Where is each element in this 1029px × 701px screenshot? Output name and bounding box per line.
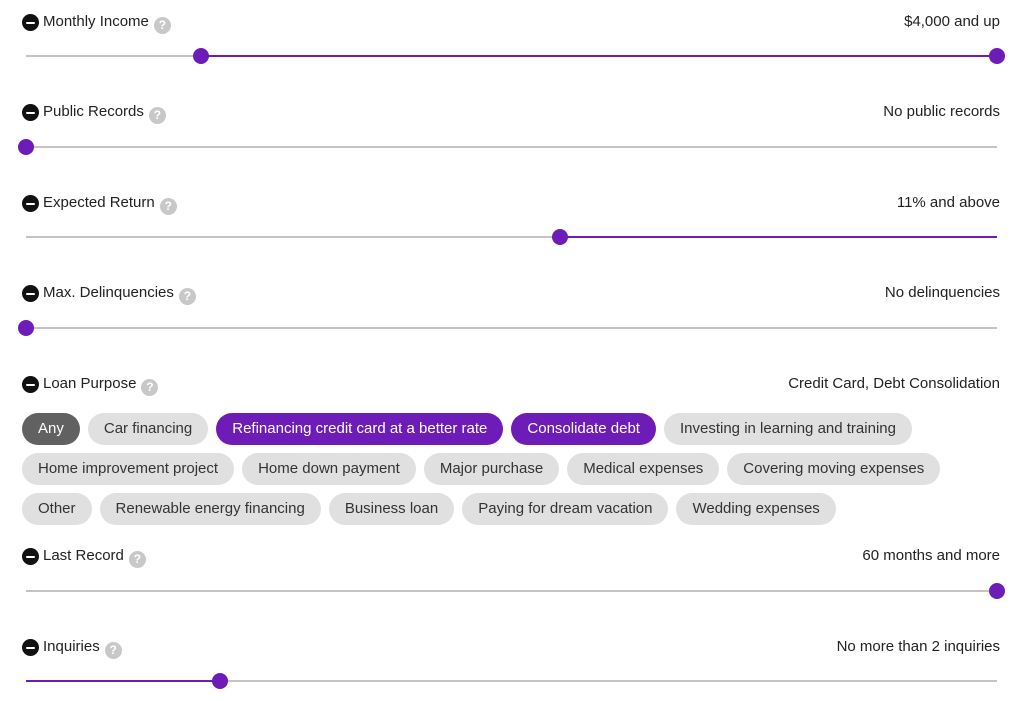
- monthly-income-slider[interactable]: [26, 47, 1005, 65]
- collapse-minus-icon[interactable]: [22, 639, 39, 656]
- last-record-slider[interactable]: [26, 582, 1005, 600]
- chip-moving-expenses[interactable]: Covering moving expenses: [727, 453, 941, 485]
- filter-value: 11% and above: [896, 194, 1000, 211]
- collapse-minus-icon[interactable]: [22, 195, 39, 212]
- filter-header: Public Records? No public records: [22, 100, 1000, 124]
- filter-label: Last Record?: [43, 546, 146, 568]
- slider-fill: [560, 236, 997, 238]
- expected-return-slider[interactable]: [26, 228, 997, 246]
- slider-thumb-max[interactable]: [212, 673, 229, 689]
- slider-thumb-min[interactable]: [192, 48, 209, 64]
- filter-header: Inquiries? No more than 2 inquiries: [22, 635, 1000, 659]
- chip-business-loan[interactable]: Business loan: [328, 493, 455, 525]
- chip-investing-learning[interactable]: Investing in learning and training: [663, 413, 912, 445]
- chip-wedding-expenses[interactable]: Wedding expenses: [676, 493, 836, 525]
- help-question-icon[interactable]: ?: [148, 107, 166, 124]
- slider-thumb[interactable]: [989, 583, 1005, 599]
- filter-label: Loan Purpose?: [43, 374, 159, 396]
- collapse-minus-icon[interactable]: [22, 104, 39, 121]
- slider-fill: [26, 680, 221, 682]
- help-question-icon[interactable]: ?: [104, 642, 122, 659]
- filter-value: Credit Card, Debt Consolidation: [788, 375, 1000, 392]
- public-records-slider[interactable]: [18, 138, 997, 156]
- slider-thumb[interactable]: [18, 320, 34, 336]
- help-question-icon[interactable]: ?: [128, 551, 146, 568]
- chip-car-financing[interactable]: Car financing: [87, 413, 209, 445]
- filter-header: Expected Return? 11% and above: [22, 191, 1000, 215]
- slider-track[interactable]: [26, 590, 997, 592]
- filter-label: Expected Return?: [43, 193, 177, 215]
- chip-home-down-payment[interactable]: Home down payment: [242, 453, 416, 485]
- chip-consolidate-debt[interactable]: Consolidate debt: [511, 413, 656, 445]
- slider-track[interactable]: [26, 146, 997, 148]
- slider-thumb-min[interactable]: [552, 229, 569, 245]
- filter-header: Last Record? 60 months and more: [22, 544, 1000, 568]
- collapse-minus-icon[interactable]: [22, 376, 39, 393]
- filter-header: Monthly Income? $4,000 and up: [22, 10, 1000, 34]
- chip-row: Any Car financing Refinancing credit car…: [22, 413, 1002, 445]
- max-delinquencies-slider[interactable]: [18, 319, 997, 337]
- chip-row: Home improvement project Home down payme…: [22, 453, 1002, 485]
- chip-row: Other Renewable energy financing Busines…: [22, 493, 1002, 525]
- filter-label: Monthly Income?: [43, 12, 171, 34]
- filter-value: No public records: [883, 103, 1000, 120]
- chip-refinancing-credit-card[interactable]: Refinancing credit card at a better rate: [216, 413, 504, 445]
- help-question-icon[interactable]: ?: [141, 379, 159, 396]
- chip-renewable-energy[interactable]: Renewable energy financing: [99, 493, 321, 525]
- collapse-minus-icon[interactable]: [22, 14, 39, 31]
- slider-thumb[interactable]: [18, 139, 34, 155]
- chip-dream-vacation[interactable]: Paying for dream vacation: [462, 493, 669, 525]
- inquiries-slider[interactable]: [26, 672, 997, 690]
- chip-any[interactable]: Any: [22, 413, 80, 445]
- help-question-icon[interactable]: ?: [153, 17, 171, 34]
- loan-purpose-chips: Any Car financing Refinancing credit car…: [22, 413, 1002, 533]
- filter-header: Loan Purpose? Credit Card, Debt Consolid…: [22, 372, 1000, 396]
- slider-fill: [200, 55, 997, 57]
- filter-value: No more than 2 inquiries: [836, 638, 1000, 655]
- filter-value: $4,000 and up: [904, 13, 1000, 30]
- chip-medical-expenses[interactable]: Medical expenses: [567, 453, 720, 485]
- filter-value: 60 months and more: [862, 547, 1000, 564]
- filter-label: Inquiries?: [43, 637, 122, 659]
- collapse-minus-icon[interactable]: [22, 285, 39, 302]
- filter-label: Max. Delinquencies?: [43, 283, 196, 305]
- slider-thumb-max[interactable]: [989, 48, 1005, 64]
- chip-other[interactable]: Other: [22, 493, 92, 525]
- chip-home-improvement[interactable]: Home improvement project: [22, 453, 235, 485]
- chip-major-purchase[interactable]: Major purchase: [423, 453, 560, 485]
- slider-track[interactable]: [26, 327, 997, 329]
- collapse-minus-icon[interactable]: [22, 548, 39, 565]
- filter-label: Public Records?: [43, 102, 166, 124]
- filter-header: Max. Delinquencies? No delinquencies: [22, 281, 1000, 305]
- help-question-icon[interactable]: ?: [159, 198, 177, 215]
- help-question-icon[interactable]: ?: [178, 288, 196, 305]
- filter-value: No delinquencies: [884, 284, 1000, 301]
